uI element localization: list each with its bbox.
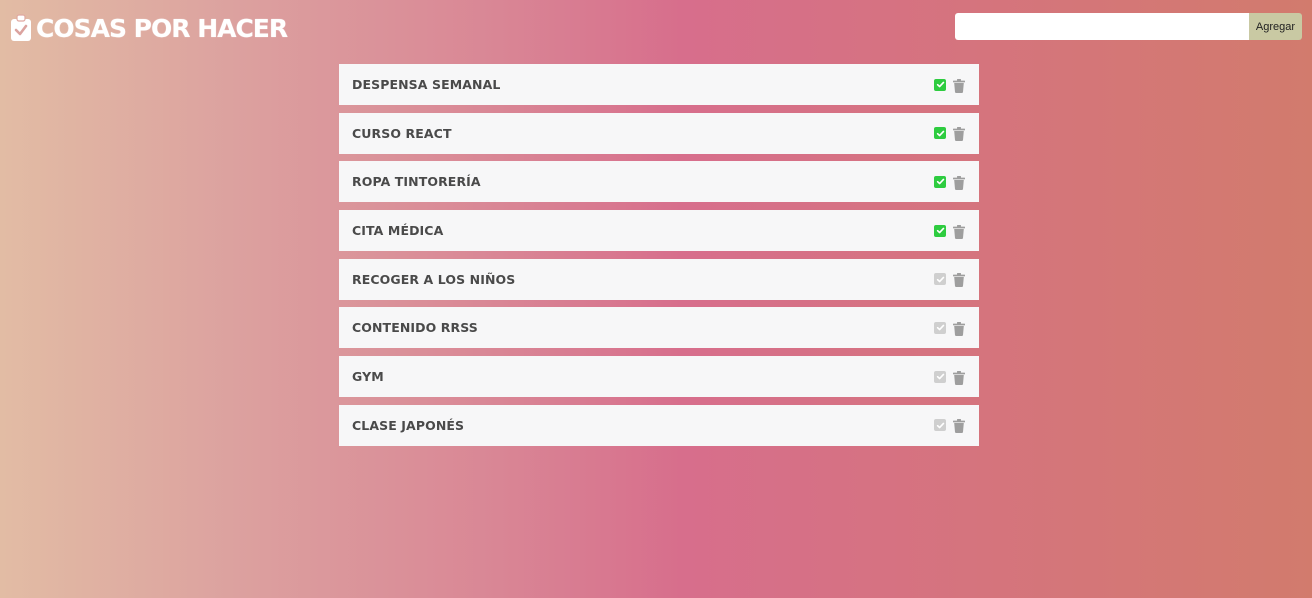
task-item: DESPENSA SEMANAL [339,64,979,105]
checkbox-check-icon[interactable] [934,273,946,286]
add-task-form: Agregar [955,13,1302,40]
trash-icon[interactable] [953,126,965,142]
task-label: CITA MÉDICA [352,223,444,239]
clipboard-check-icon [10,14,32,42]
task-label: RECOGER A LOS NIÑOS [352,271,516,287]
checkbox-check-icon[interactable] [934,78,946,91]
task-label: CURSO REACT [352,125,452,141]
checkbox-check-icon[interactable] [934,370,946,383]
task-item: CONTENIDO RRSS [339,307,979,349]
task-label: CONTENIDO RRSS [352,320,478,336]
checkbox-check-icon[interactable] [934,175,946,188]
app-title: COSAS POR HACER [36,13,288,43]
task-label: GYM [352,369,384,385]
app-logo: COSAS POR HACER [10,13,288,43]
task-label: ROPA TINTORERÍA [352,174,481,190]
add-task-button[interactable]: Agregar [1249,13,1302,40]
checkbox-check-icon[interactable] [934,321,946,334]
trash-icon[interactable] [953,321,965,336]
checkbox-check-icon[interactable] [934,419,946,432]
trash-icon[interactable] [953,418,965,434]
task-list: DESPENSA SEMANAL CURSO REACT ROPA TINTOR… [339,64,979,454]
trash-icon[interactable] [953,272,965,288]
new-task-input[interactable] [955,13,1249,40]
task-item: CITA MÉDICA [339,210,979,252]
trash-icon[interactable] [953,175,965,190]
trash-icon[interactable] [953,78,965,93]
trash-icon[interactable] [953,224,965,239]
task-item: ROPA TINTORERÍA [339,161,979,203]
task-label: DESPENSA SEMANAL [352,77,501,92]
task-label: CLASE JAPONÉS [352,417,465,433]
checkbox-check-icon[interactable] [934,127,946,140]
task-item: CURSO REACT [339,112,979,154]
task-item: RECOGER A LOS NIÑOS [339,258,979,300]
trash-icon[interactable] [953,370,965,385]
task-item: GYM [339,356,979,398]
checkbox-check-icon[interactable] [934,224,946,237]
task-item: CLASE JAPONÉS [339,404,979,446]
